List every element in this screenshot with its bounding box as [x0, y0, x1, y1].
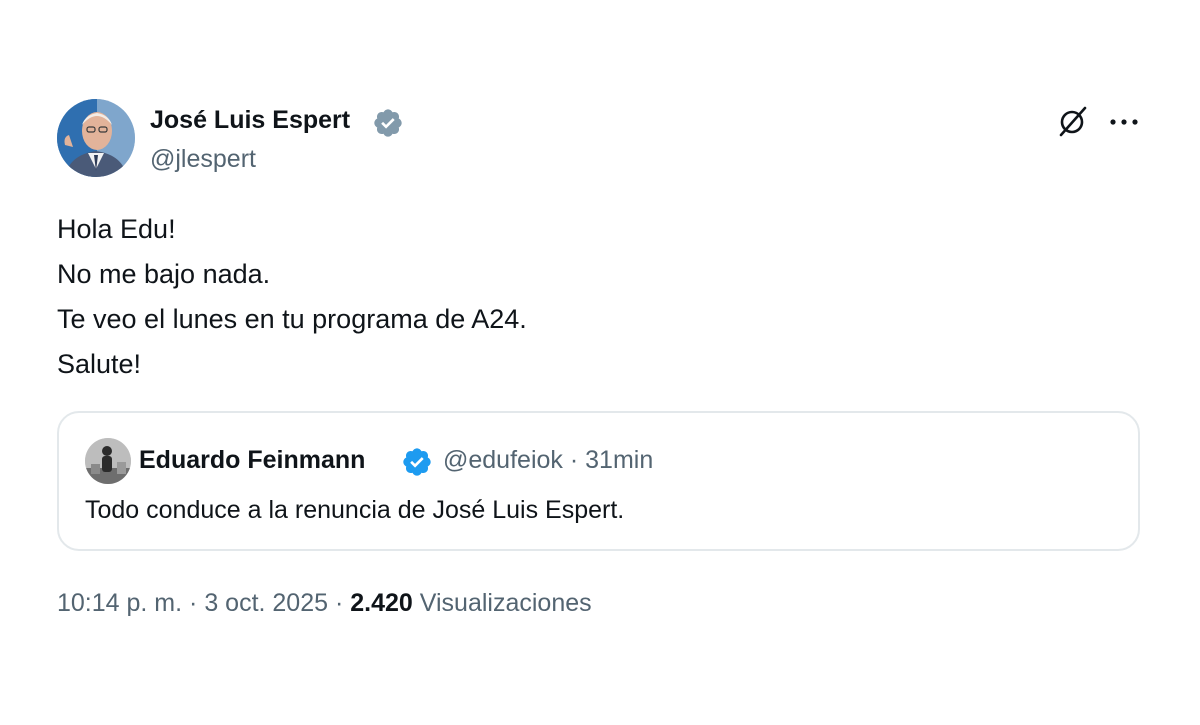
views-count: 2.420: [350, 589, 413, 617]
quoted-time[interactable]: 31min: [585, 446, 653, 474]
tweet-line: Hola Edu!: [57, 214, 176, 244]
tweet-line: No me bajo nada.: [57, 259, 271, 289]
quoted-text: Todo conduce a la renuncia de José Luis …: [85, 496, 625, 524]
author-handle[interactable]: @jlespert: [150, 143, 256, 175]
quoted-tweet[interactable]: Eduardo Feinmann @edufeiok · 31min Todo …: [57, 411, 1140, 551]
quoted-meta: @edufeiok · 31min: [443, 444, 653, 476]
separator: ·: [334, 589, 344, 617]
tweet-text: Hola Edu! No me bajo nada. Te veo el lun…: [57, 207, 527, 387]
separator: ·: [569, 446, 579, 474]
quoted-author-handle[interactable]: @edufeiok: [443, 446, 563, 474]
tweet-date[interactable]: 3 oct. 2025: [204, 589, 328, 617]
verified-badge-icon: [403, 448, 431, 476]
separator: ·: [189, 589, 198, 617]
tweet-time[interactable]: 10:14 p. m.: [57, 589, 182, 617]
views-label: Visualizaciones: [419, 589, 592, 617]
quoted-author-avatar[interactable]: [85, 438, 131, 484]
verified-badge-icon: [374, 109, 402, 137]
more-icon[interactable]: [1108, 108, 1140, 136]
tweet-card: José Luis Espert @jlespert Hola Edu! No …: [0, 0, 1200, 725]
grok-icon[interactable]: [1056, 104, 1090, 138]
tweet-footer: 10:14 p. m. · 3 oct. 2025 · 2.420 Visual…: [57, 586, 592, 620]
author-name[interactable]: José Luis Espert: [150, 104, 350, 136]
quoted-author-name[interactable]: Eduardo Feinmann: [139, 444, 365, 476]
tweet-line: Te veo el lunes en tu programa de A24.: [57, 304, 527, 334]
tweet-line: Salute!: [57, 349, 142, 379]
author-avatar[interactable]: [57, 99, 135, 177]
